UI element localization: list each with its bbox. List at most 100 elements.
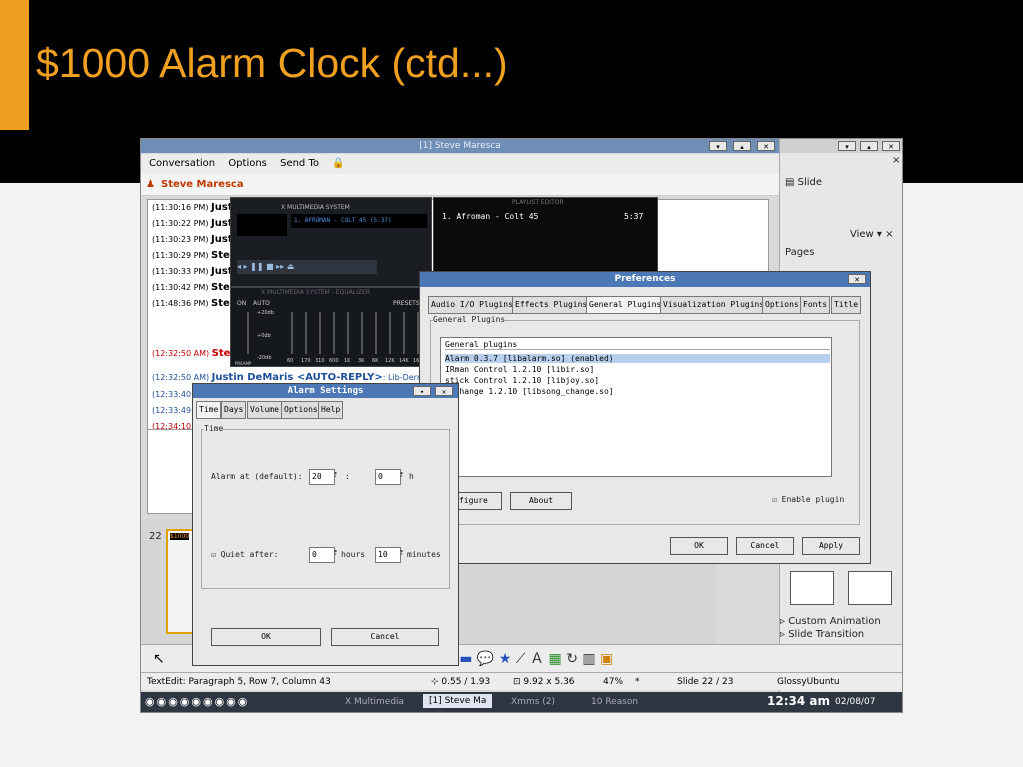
star-icon[interactable]: ★ [499, 651, 512, 667]
quiet-hours-spinner[interactable]: 0 [309, 547, 335, 563]
menu-conversation[interactable]: Conversation [149, 158, 215, 169]
spin-arrows-icon[interactable]: ⇡ [333, 470, 338, 480]
close-button[interactable]: ✕ [848, 274, 866, 284]
eq-slider[interactable] [403, 312, 405, 354]
tab-title[interactable]: Title [831, 296, 862, 314]
connector-icon[interactable]: ⟋ [516, 651, 526, 667]
chart-icon[interactable]: ▦ [549, 651, 562, 667]
menu-send-to[interactable]: Send To [280, 158, 319, 169]
cancel-button[interactable]: Cancel [736, 537, 794, 555]
ok-button[interactable]: OK [670, 537, 728, 555]
quiet-minutes-spinner[interactable]: 10 [375, 547, 401, 563]
tab-general-plugins[interactable]: General Plugins [586, 296, 665, 314]
ok-button[interactable]: OK [211, 628, 321, 646]
buddy-name: Steve Maresca [161, 179, 244, 190]
tab-audio-io[interactable]: Audio I/O Plugins [428, 296, 516, 314]
task-item-im[interactable]: [1] Steve Ma [423, 694, 493, 708]
layout-thumb[interactable] [848, 571, 892, 605]
list-header[interactable]: General plugins [445, 340, 830, 350]
task-item-reason[interactable]: 10 Reason [591, 697, 638, 707]
spin-arrows-icon[interactable]: ⇡ [399, 548, 404, 558]
shade-button[interactable]: ▾ [413, 386, 431, 396]
eq-slider[interactable] [247, 312, 249, 354]
select-arrow-icon[interactable]: ↖ [153, 651, 165, 667]
menu-options[interactable]: Options [228, 158, 267, 169]
maximize-button[interactable]: ▴ [860, 141, 878, 151]
slide-index: Slide 22 / 23 [677, 677, 734, 687]
custom-animation-section[interactable]: ▹ Custom Animation [780, 616, 881, 627]
list-item[interactable]: g Change 1.2.10 [libsong_change.so] [445, 387, 614, 396]
close-button[interactable]: ✕ [882, 141, 900, 151]
shade-button[interactable]: ▾ [838, 141, 856, 151]
cancel-button[interactable]: Cancel [331, 628, 439, 646]
alarm-minute-spinner[interactable]: 0 [375, 469, 401, 485]
task-item-xmms[interactable]: X Multimedia [345, 697, 404, 707]
alarm-hour-spinner[interactable]: 20 [309, 469, 335, 485]
clock[interactable]: 12:34 am [767, 694, 830, 708]
alarm-titlebar[interactable]: Alarm Settings ▾ ✕ [193, 384, 458, 398]
maximize-button[interactable]: ▴ [733, 141, 751, 151]
transport-controls[interactable]: ◂ ▸ ❚❚ ■ ▸▸ ⏏ [237, 260, 377, 274]
close-button[interactable]: ✕ [435, 386, 453, 396]
lock-icon[interactable]: 🔒 [332, 158, 344, 169]
launcher-icons[interactable]: ◉◉◉◉◉◉◉◉◉ [145, 695, 249, 708]
apply-button[interactable]: Apply [802, 537, 860, 555]
eq-presets-button[interactable]: PRESETS [393, 300, 420, 307]
list-item[interactable]: Alarm 0.3.7 [libalarm.so] (enabled) [445, 354, 830, 363]
spin-arrows-icon[interactable]: ⇡ [399, 470, 404, 480]
slide-tab[interactable]: ▤ Slide [785, 177, 822, 188]
time-display [237, 214, 287, 236]
view-menu[interactable]: View ▾ × [850, 229, 894, 240]
enable-plugin-checkbox[interactable]: ☑ Enable plugin [772, 495, 844, 504]
quiet-after-checkbox[interactable]: ☑ Quiet after: [211, 550, 278, 559]
align-icon[interactable]: ▥ [582, 651, 595, 667]
tab-time[interactable]: Time [196, 401, 222, 419]
eq-slider[interactable] [389, 312, 391, 354]
slide-transition-section[interactable]: ▹ Slide Transition [780, 629, 864, 640]
shade-button[interactable]: ▾ [709, 141, 727, 151]
eq-slider[interactable] [305, 312, 307, 354]
close-button[interactable]: ✕ [757, 141, 775, 151]
tab-days[interactable]: Days [221, 401, 247, 419]
eq-slider[interactable] [361, 312, 363, 354]
pages-label: Pages [785, 247, 815, 258]
preferences-titlebar[interactable]: Preferences ✕ [420, 272, 870, 287]
eq-band-label: 14K [399, 358, 409, 364]
list-item[interactable]: IRman Control 1.2.10 [libir.so] [445, 365, 594, 374]
rotate-icon[interactable]: ↻ [566, 651, 578, 667]
tab-fonts[interactable]: Fonts [800, 296, 831, 314]
eq-auto-button[interactable]: AUTO [253, 300, 270, 307]
text-icon[interactable]: Ａ [530, 651, 544, 667]
layout-thumb[interactable] [790, 571, 834, 605]
tab-effects[interactable]: Effects Plugins [512, 296, 591, 314]
xmms-equalizer: X MULTIMEDIA SYSTEM - EQUALIZER ON AUTO … [230, 287, 432, 367]
playlist-item[interactable]: 1. Afroman - Colt 45 [442, 212, 538, 221]
tab-help[interactable]: Help [318, 401, 344, 419]
tab-volume[interactable]: Volume [247, 401, 282, 419]
h-label: h [409, 472, 414, 481]
callout-icon[interactable]: 💬 [477, 651, 494, 667]
im-window-titlebar[interactable]: [1] Steve Maresca ▾ ▴ ✕ [141, 139, 779, 153]
tab-options[interactable]: Options [762, 296, 802, 314]
zoom-level[interactable]: 47% [603, 673, 623, 691]
tab-visualization[interactable]: Visualization Plugins [660, 296, 768, 314]
preferences-dialog: Preferences ✕ Audio I/O Plugins Effects … [419, 271, 871, 564]
eq-band-label: 600 [329, 358, 339, 364]
task-item-xmms2[interactable]: Xmms (2) [511, 697, 555, 707]
eq-slider[interactable] [347, 312, 349, 354]
tab-options[interactable]: Options [281, 401, 321, 419]
eq-on-button[interactable]: ON [237, 300, 246, 307]
about-button[interactable]: About [510, 492, 572, 510]
spin-arrows-icon[interactable]: ⇡ [333, 548, 338, 558]
alarm-at-label: Alarm at (default): [211, 472, 303, 481]
eq-slider[interactable] [333, 312, 335, 354]
eq-slider[interactable] [375, 312, 377, 354]
eq-slider[interactable] [291, 312, 293, 354]
list-item[interactable]: stick Control 1.2.10 [libjoy.so] [445, 376, 599, 385]
close-icon[interactable]: × [892, 155, 900, 166]
eq-slider[interactable] [319, 312, 321, 354]
rectangle-icon[interactable]: ▬ [459, 651, 472, 667]
log-line: (11:30:23 PM) Just [152, 234, 233, 245]
log-line: (12:32:50 AM) Stev [152, 348, 237, 359]
arrange-icon[interactable]: ▣ [600, 651, 613, 667]
